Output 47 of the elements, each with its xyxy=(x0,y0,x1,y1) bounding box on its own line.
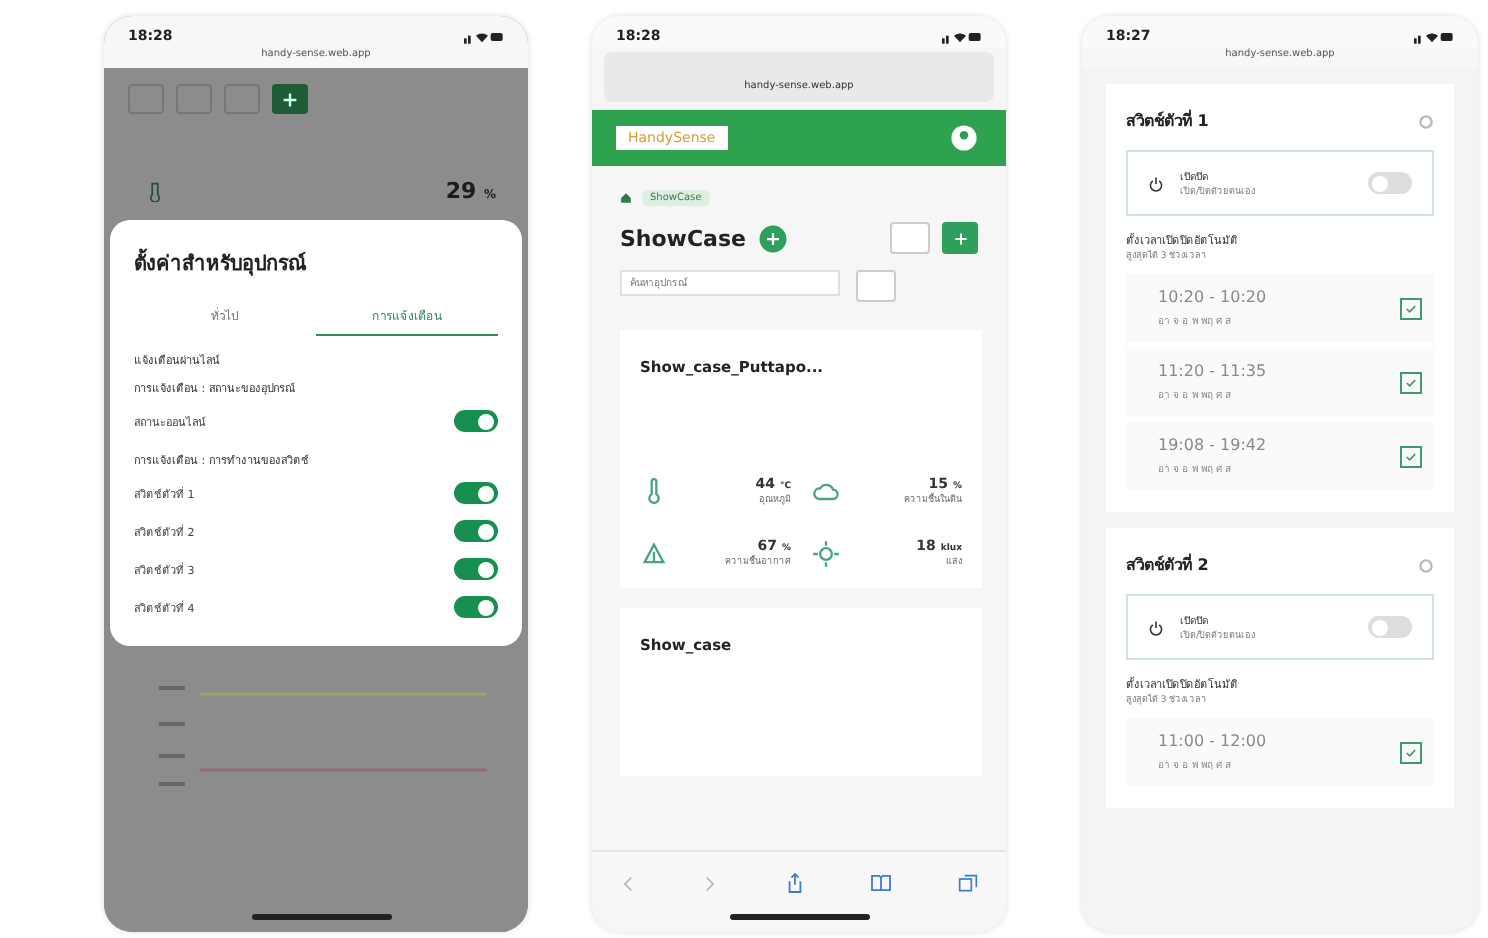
home-icon[interactable] xyxy=(620,192,632,204)
slot-time: 11:00 - 12:00 xyxy=(1158,732,1267,750)
toggle-switch[interactable] xyxy=(454,410,498,432)
status-icons-icon xyxy=(1414,29,1454,43)
sun-icon xyxy=(811,539,839,567)
add-button[interactable] xyxy=(942,222,978,254)
slot-time: 19:08 - 19:42 xyxy=(1158,436,1267,454)
settings-icon[interactable] xyxy=(1418,113,1434,129)
home-indicator xyxy=(252,914,392,920)
switch-title: สวิตช์ตัวที่ 1 xyxy=(1126,108,1209,134)
power-icon xyxy=(1148,619,1164,635)
tabs-icon[interactable] xyxy=(958,873,978,893)
toggle-switch[interactable] xyxy=(454,520,498,542)
checkbox[interactable] xyxy=(1400,371,1422,393)
dialog-title: ตั้งค่าสำหรับอุปกรณ์ xyxy=(134,248,498,278)
plant-icon xyxy=(640,539,668,567)
plus-icon xyxy=(953,231,967,245)
check-icon xyxy=(1404,745,1418,759)
checkbox[interactable] xyxy=(1400,445,1422,467)
toggle-switch[interactable] xyxy=(454,482,498,504)
page-title: ShowCase xyxy=(620,225,746,251)
user-avatar-icon[interactable] xyxy=(950,124,978,152)
book-icon[interactable] xyxy=(869,874,892,892)
checkbox[interactable] xyxy=(1400,741,1422,763)
home-indicator xyxy=(729,914,869,920)
back-icon[interactable] xyxy=(620,875,636,891)
slot-time: 10:20 - 10:20 xyxy=(1158,288,1267,306)
add-circle-icon[interactable] xyxy=(757,223,788,253)
slot-time: 11:20 - 11:35 xyxy=(1158,362,1267,380)
toggle-switch[interactable] xyxy=(1368,172,1412,194)
add-button[interactable] xyxy=(272,84,308,114)
toggle-switch[interactable] xyxy=(1368,616,1412,638)
power-icon xyxy=(1148,175,1164,191)
status-icons-icon xyxy=(464,29,504,43)
settings-icon[interactable] xyxy=(1418,557,1434,573)
thermometer-icon xyxy=(148,181,162,201)
switch-title: สวิตช์ตัวที่ 2 xyxy=(1126,552,1209,578)
check-icon xyxy=(1404,301,1418,315)
toggle-switch[interactable] xyxy=(454,596,498,618)
toggle-switch[interactable] xyxy=(454,558,498,580)
status-icons-icon xyxy=(942,29,982,43)
check-icon xyxy=(1404,375,1418,389)
checkbox[interactable] xyxy=(1400,297,1422,319)
forward-icon[interactable] xyxy=(702,875,719,891)
plus-icon xyxy=(282,91,298,107)
check-icon xyxy=(1404,449,1418,463)
share-icon[interactable] xyxy=(785,872,803,894)
